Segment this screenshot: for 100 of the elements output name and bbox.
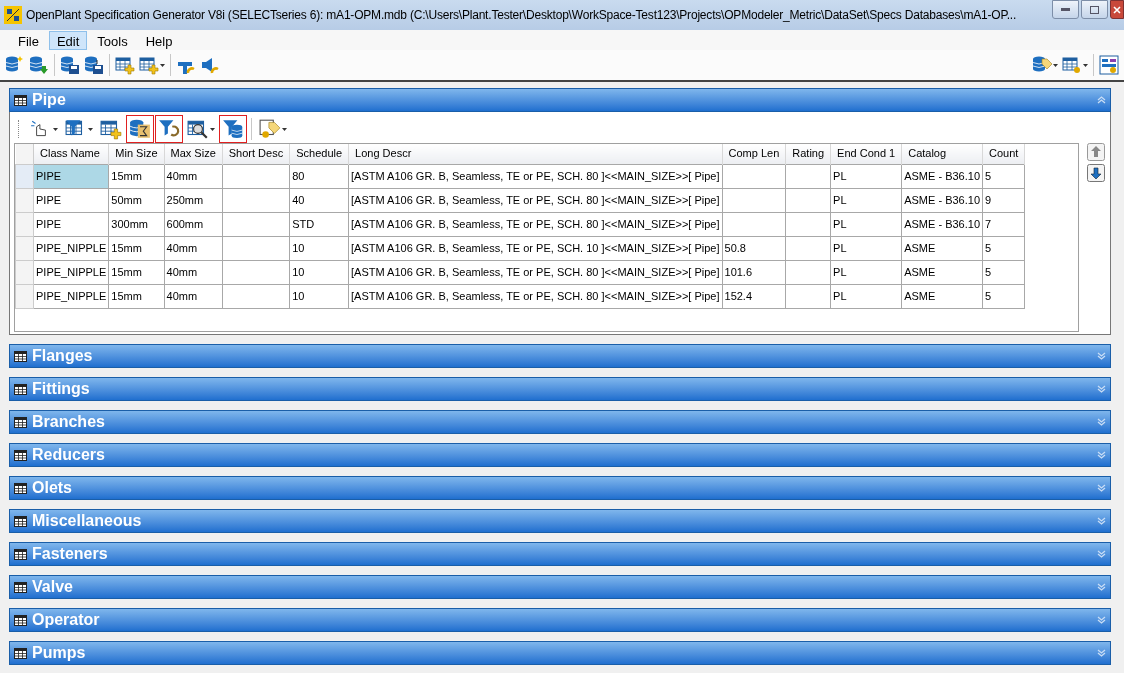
- panel-title: Valve: [32, 579, 73, 595]
- app-logo-icon: [4, 6, 22, 24]
- minimize-icon: [1061, 8, 1070, 11]
- move-up-icon[interactable]: [1087, 143, 1105, 161]
- table-cell: 80: [289, 164, 349, 188]
- add-grid-icon[interactable]: [139, 55, 159, 75]
- table-cell: 7: [982, 212, 1025, 236]
- table-cell: 250mm: [164, 188, 223, 212]
- table-icon: [14, 614, 27, 626]
- column-header[interactable]: Schedule: [289, 144, 349, 164]
- panel-title: Flanges: [32, 348, 93, 364]
- column-header[interactable]: Long Descr: [348, 144, 722, 164]
- table-cell: [ASTM A106 GR. B, Seamless, TE or PE, SCH. 10 ]<<MAIN_SIZE>>[ Pipe]: [348, 236, 722, 260]
- dropdown-caret-icon[interactable]: [160, 63, 165, 67]
- column-header[interactable]: Catalog: [901, 144, 983, 164]
- table-cell: PIPE: [33, 212, 109, 236]
- close-icon: [1113, 5, 1121, 14]
- column-header[interactable]: End Cond 1: [830, 144, 902, 164]
- import-database-icon[interactable]: [29, 55, 49, 75]
- collapse-chevron-icon[interactable]: [1097, 96, 1106, 104]
- database-sum-icon[interactable]: [129, 118, 151, 140]
- column-header[interactable]: Min Size: [108, 144, 164, 164]
- table-cell: [785, 284, 831, 308]
- table-cell: ASME: [901, 284, 983, 308]
- table-cell: [222, 260, 290, 284]
- table-icon: [14, 350, 27, 362]
- expand-chevron-icon[interactable]: [1097, 418, 1106, 426]
- panel-title: Olets: [32, 480, 72, 496]
- table-cell: 50mm: [108, 188, 164, 212]
- grid-settings-icon[interactable]: [1062, 55, 1082, 75]
- dropdown-caret-icon[interactable]: [88, 127, 93, 131]
- save-database-icon[interactable]: [60, 55, 80, 75]
- table-cell: 101.6: [722, 260, 786, 284]
- restore-icon: [1090, 5, 1099, 14]
- dropdown-caret-icon[interactable]: [53, 127, 58, 131]
- window-title: OpenPlant Specification Generator V8i (SELECTseries 6): mA1-OPM.mdb (C:\Users\Plant.Tester\Desktop\WorkSpace-Test123\Projects\OPModeler_Metric\DataSet\Specs Databases\mA1-OP...: [26, 7, 1018, 24]
- table-cell: 40mm: [164, 236, 223, 260]
- expand-chevron-icon[interactable]: [1097, 352, 1106, 360]
- table-cell: ASME - B36.10: [901, 188, 983, 212]
- table-cell: PIPE: [33, 164, 109, 188]
- table-cell: [785, 164, 831, 188]
- dropdown-caret-icon[interactable]: [1053, 63, 1058, 67]
- dropdown-caret-icon[interactable]: [1083, 63, 1088, 67]
- menu-item[interactable]: Tools: [89, 30, 136, 50]
- table-icon: [14, 416, 27, 428]
- table-cell: STD: [289, 212, 349, 236]
- add-table-icon[interactable]: [115, 55, 135, 75]
- tag-settings-icon[interactable]: [259, 118, 281, 140]
- column-header[interactable]: Count: [982, 144, 1025, 164]
- expand-chevron-icon[interactable]: [1097, 451, 1106, 459]
- dropdown-caret-icon[interactable]: [210, 127, 215, 131]
- table-cell: 600mm: [164, 212, 223, 236]
- table-cell: ASME - B36.10: [901, 164, 983, 188]
- column-header[interactable]: Short Desc: [222, 144, 290, 164]
- table-icon: [14, 647, 27, 659]
- column-header[interactable]: Class Name: [33, 144, 109, 164]
- filter-database-icon[interactable]: [222, 118, 244, 140]
- column-header[interactable]: Comp Len: [722, 144, 786, 164]
- expand-chevron-icon[interactable]: [1097, 385, 1106, 393]
- table-cell: 50.8: [722, 236, 786, 260]
- move-down-icon[interactable]: [1087, 164, 1105, 182]
- table-cell: [ASTM A106 GR. B, Seamless, TE or PE, SCH. 80 ]<<MAIN_SIZE>>[ Pipe]: [348, 212, 722, 236]
- pipe-reducer-icon[interactable]: [200, 55, 220, 75]
- table-cell: 40mm: [164, 284, 223, 308]
- table-cell: [ASTM A106 GR. B, Seamless, TE or PE, SCH. 80 ]<<MAIN_SIZE>>[ Pipe]: [348, 260, 722, 284]
- table-icon: [14, 383, 27, 395]
- table-cell: [785, 188, 831, 212]
- table-icon: [14, 581, 27, 593]
- table-icon: [14, 482, 27, 494]
- expand-chevron-icon[interactable]: [1097, 517, 1106, 525]
- menu-item[interactable]: Edit: [48, 30, 88, 50]
- table-cell: [222, 212, 290, 236]
- grid-layout-icon[interactable]: [1099, 55, 1119, 75]
- column-header[interactable]: Rating: [785, 144, 831, 164]
- expand-chevron-icon[interactable]: [1097, 484, 1106, 492]
- close-button[interactable]: [1110, 0, 1124, 19]
- table-cell: ASME: [901, 236, 983, 260]
- table-cell: [ASTM A106 GR. B, Seamless, TE or PE, SCH. 80 ]<<MAIN_SIZE>>[ Pipe]: [348, 188, 722, 212]
- save-as-database-icon[interactable]: [84, 55, 104, 75]
- magnifier-grid-icon[interactable]: [187, 118, 209, 140]
- minimize-button[interactable]: [1052, 0, 1079, 19]
- table-cell: 15mm: [108, 260, 164, 284]
- expand-chevron-icon[interactable]: [1097, 550, 1106, 558]
- panel-title: Reducers: [32, 447, 105, 463]
- table-cell: 5: [982, 260, 1025, 284]
- table-cell: PIPE_NIPPLE: [33, 260, 109, 284]
- menu-item[interactable]: Help: [137, 30, 181, 50]
- restore-button[interactable]: [1081, 0, 1108, 19]
- expand-chevron-icon[interactable]: [1097, 616, 1106, 624]
- table-cell: [785, 260, 831, 284]
- expand-chevron-icon[interactable]: [1097, 583, 1106, 591]
- table-cell: [785, 212, 831, 236]
- dropdown-caret-icon[interactable]: [282, 127, 287, 131]
- table-cell: PL: [830, 236, 902, 260]
- expand-chevron-icon[interactable]: [1097, 649, 1106, 657]
- panel-title: Fittings: [32, 381, 90, 397]
- column-header[interactable]: Max Size: [164, 144, 223, 164]
- panel-title: Miscellaneous: [32, 513, 142, 529]
- add-grid-icon[interactable]: [100, 118, 122, 140]
- menu-item[interactable]: File: [10, 30, 47, 50]
